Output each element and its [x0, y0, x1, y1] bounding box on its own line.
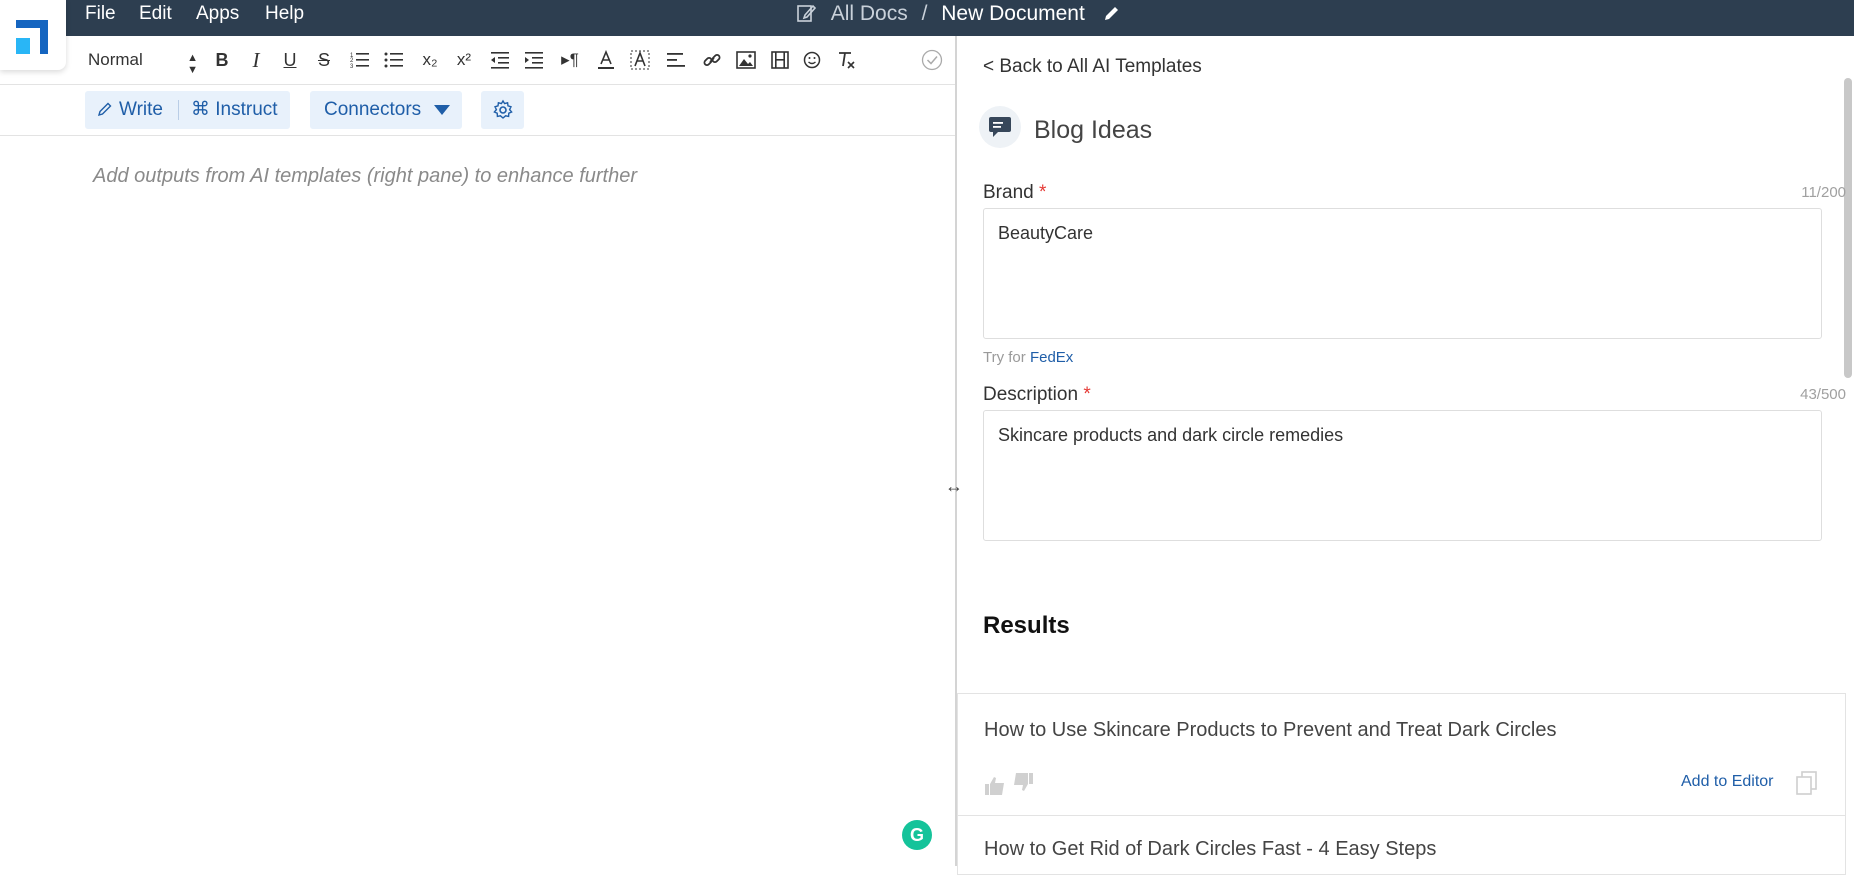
- gear-icon: [493, 99, 513, 119]
- pencil-icon: [97, 102, 112, 117]
- highlight-color-icon[interactable]: [628, 48, 652, 72]
- image-icon[interactable]: [734, 48, 758, 72]
- bullet-list-icon[interactable]: [382, 48, 406, 72]
- indent-icon[interactable]: [522, 48, 546, 72]
- menu-apps[interactable]: Apps: [196, 0, 239, 28]
- template-title: Blog Ideas: [1034, 116, 1153, 144]
- rename-pencil-icon[interactable]: [1103, 4, 1121, 22]
- strikethrough-button[interactable]: S: [312, 48, 336, 72]
- mode-toggle-group: Write ⌘ Instruct: [85, 91, 290, 129]
- brand-label: Brand *: [983, 182, 1046, 204]
- breadcrumb: All Docs / New Document: [796, 0, 1121, 28]
- ordered-list-icon[interactable]: 123: [348, 48, 372, 72]
- save-status-check-icon: [920, 48, 944, 72]
- text-direction-icon[interactable]: ▸¶: [558, 48, 582, 72]
- try-for-text: Try for: [983, 349, 1026, 366]
- caret-down-icon: [434, 105, 450, 115]
- app-logo[interactable]: [0, 0, 66, 70]
- formatting-toolbar: Normal ▲ ▼ B I U S 123 x₂ x² ▸¶: [0, 36, 956, 85]
- brand-label-text: Brand: [983, 182, 1034, 203]
- menu-help[interactable]: Help: [265, 0, 304, 28]
- style-select[interactable]: Normal ▲ ▼: [88, 48, 198, 76]
- svg-text:3: 3: [350, 64, 354, 69]
- write-mode-button[interactable]: Write: [97, 91, 163, 129]
- editor-placeholder[interactable]: Add outputs from AI templates (right pan…: [93, 165, 637, 188]
- align-icon[interactable]: [664, 48, 688, 72]
- thumbs-down-icon[interactable]: [1012, 772, 1034, 792]
- underline-button[interactable]: U: [278, 48, 302, 72]
- result-card: How to Get Rid of Dark Circles Fast - 4 …: [957, 815, 1846, 875]
- connectors-label: Connectors: [324, 99, 422, 120]
- description-input-value: Skincare products and dark circle remedi…: [998, 425, 1344, 445]
- brand-char-counter: 11/200: [1801, 184, 1846, 201]
- superscript-button[interactable]: x²: [452, 48, 476, 72]
- document-title[interactable]: New Document: [941, 2, 1085, 25]
- template-avatar: [979, 106, 1021, 148]
- subscript-button[interactable]: x₂: [418, 48, 442, 72]
- description-input[interactable]: Skincare products and dark circle remedi…: [983, 410, 1822, 541]
- logo-icon: [16, 20, 48, 54]
- style-select-value: Normal: [88, 50, 143, 69]
- menu-file[interactable]: File: [85, 0, 116, 28]
- panel-scrollbar[interactable]: [1844, 78, 1852, 378]
- mode-separator: [178, 100, 179, 120]
- mode-bar: Write ⌘ Instruct Connectors: [0, 85, 956, 136]
- italic-button[interactable]: I: [244, 48, 268, 72]
- back-to-templates-link[interactable]: < Back to All AI Templates: [983, 56, 1202, 78]
- emoji-icon[interactable]: [800, 48, 824, 72]
- description-label-text: Description: [983, 384, 1079, 405]
- menu-edit[interactable]: Edit: [139, 0, 172, 28]
- bold-button[interactable]: B: [210, 48, 234, 72]
- result-card: How to Use Skincare Products to Prevent …: [957, 693, 1846, 816]
- clear-formatting-icon[interactable]: [834, 48, 858, 72]
- required-marker: *: [1083, 384, 1091, 405]
- description-char-counter: 43/500: [1800, 386, 1846, 403]
- results-heading: Results: [983, 612, 1070, 639]
- blog-chat-icon: [989, 117, 1011, 137]
- required-marker: *: [1038, 182, 1047, 203]
- result-text[interactable]: How to Get Rid of Dark Circles Fast - 4 …: [984, 838, 1436, 861]
- description-label: Description *: [983, 384, 1091, 406]
- result-text[interactable]: How to Use Skincare Products to Prevent …: [984, 719, 1556, 742]
- try-for-hint: Try for FedEx: [983, 349, 1073, 366]
- outdent-icon[interactable]: [488, 48, 512, 72]
- breadcrumb-separator: /: [921, 2, 928, 25]
- ai-template-panel: < Back to All AI Templates Blog Ideas Br…: [957, 36, 1854, 875]
- settings-button[interactable]: [481, 91, 524, 129]
- brand-input[interactable]: BeautyCare: [983, 208, 1822, 339]
- video-icon[interactable]: [768, 48, 792, 72]
- edit-doc-icon: [797, 4, 817, 22]
- copy-icon[interactable]: [1796, 771, 1818, 795]
- instruct-mode-button[interactable]: ⌘ Instruct: [191, 91, 278, 129]
- write-mode-label: Write: [119, 99, 163, 120]
- try-for-fedex-link[interactable]: FedEx: [1030, 349, 1073, 366]
- add-to-editor-button[interactable]: Add to Editor: [1681, 773, 1774, 791]
- grammarly-icon[interactable]: G: [902, 820, 932, 850]
- brand-input-value: BeautyCare: [998, 223, 1094, 243]
- connectors-dropdown[interactable]: Connectors: [310, 91, 462, 129]
- breadcrumb-all-docs[interactable]: All Docs: [831, 2, 908, 25]
- link-icon[interactable]: [700, 48, 724, 72]
- thumbs-up-icon[interactable]: [984, 776, 1006, 796]
- select-arrows-icon: ▲ ▼: [187, 52, 198, 76]
- text-color-icon[interactable]: [594, 48, 618, 72]
